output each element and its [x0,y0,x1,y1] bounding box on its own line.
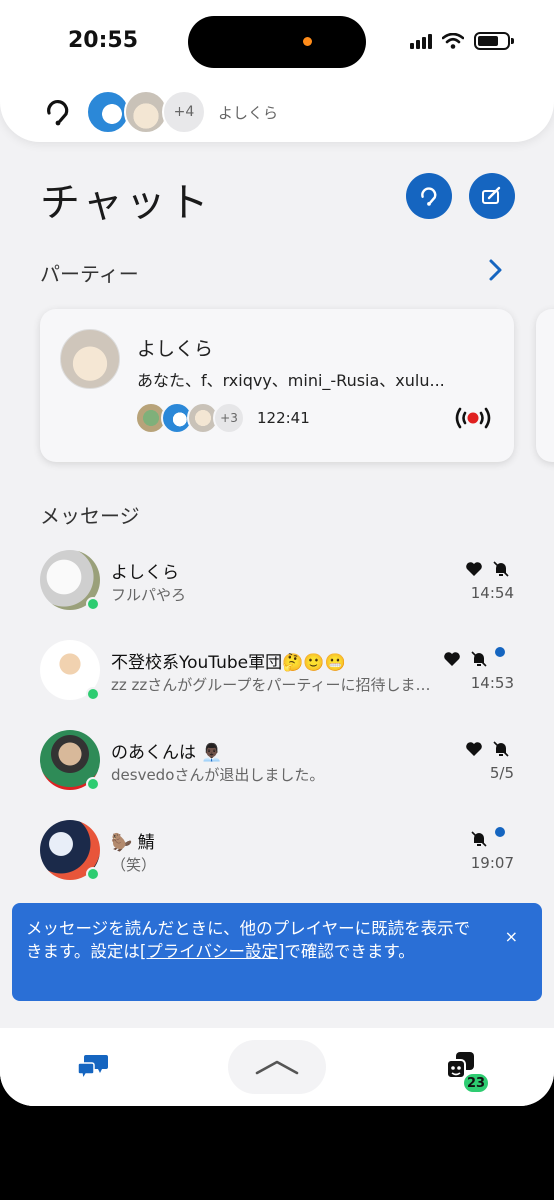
online-indicator [86,687,100,701]
chat-tab-icon[interactable] [76,1052,110,1082]
read-receipt-toast: メッセージを読んだときに、他のプレイヤーに既読を表示できます。設定は[プライバシ… [12,903,542,1001]
online-indicator [86,867,100,881]
party-card-next[interactable] [536,309,554,462]
online-indicator [86,777,100,791]
close-icon[interactable]: × [505,925,518,948]
dynamic-island [188,16,366,68]
page-title: チャット [40,180,212,226]
muted-bell-icon [493,561,509,577]
unread-dot [495,827,505,837]
heart-icon [466,562,482,576]
party-timer: 122:41 [257,409,310,427]
chevron-up-icon [255,1060,299,1075]
message-preview: （笑） [111,856,157,874]
heart-icon [444,652,460,666]
message-time: 5/5 [489,764,514,782]
message-row[interactable]: 🦫 鯖 （笑） 19:07 [0,818,554,910]
privacy-settings-link[interactable]: [プライバシー設定] [140,942,285,961]
message-time: 19:07 [470,854,514,872]
party-name: よしくら [137,338,214,360]
app-screen: 20:55 +4 よしくら チャット パーティー よしくら あなた、f、rxiq… [0,0,554,1106]
party-avatar [60,329,120,389]
party-members: あなた、f、rxiqvy、mini_-Rusia、xulu... [137,371,445,390]
compose-icon [482,186,501,204]
activity-indicator [303,37,312,46]
party-card[interactable]: よしくら あなた、f、rxiqvy、mini_-Rusia、xulu... +3… [40,309,514,462]
message-preview: zz zzさんがグループをパーティーに招待しま… [111,676,431,694]
message-row[interactable]: のあくんは 👨🏿‍💼 desvedoさんが退出しました。 5/5 [0,728,554,820]
muted-bell-icon [471,651,487,667]
unread-dot [495,647,505,657]
muted-bell-icon [493,741,509,757]
toast-text-end: で確認できます。 [284,942,415,961]
online-indicator [86,597,100,611]
messages-section-label: メッセージ [40,504,140,528]
party-strip[interactable]: +4 よしくら [44,90,278,134]
message-time: 14:53 [470,674,514,692]
conversation-name: よしくら [111,563,179,583]
more-members-count: +4 [162,90,206,134]
signal-icon [410,33,432,49]
message-preview: desvedoさんが退出しました。 [111,766,325,784]
friends-badge: 23 [462,1072,490,1094]
message-preview: フルパやろ [111,586,187,604]
message-time: 14:54 [470,584,514,602]
compose-button[interactable] [469,173,515,219]
party-section-label: パーティー [40,262,139,286]
more-members-count: +3 [213,402,245,434]
expand-button[interactable] [228,1040,326,1094]
party-members-row: +3 122:41 [135,402,310,434]
battery-icon [474,32,514,50]
conversation-name: 🦫 鯖 [111,833,155,853]
live-broadcast-icon [455,407,491,429]
party-strip-name: よしくら [218,103,279,122]
conversation-name: のあくんは 👨🏿‍💼 [111,743,223,763]
conversation-name: 不登校系YouTube軍団🤔🙂😬 [111,653,346,673]
heart-icon [466,742,482,756]
message-row[interactable]: 不登校系YouTube軍団🤔🙂😬 zz zzさんがグループをパーティーに招待しま… [0,638,554,730]
headset-icon [421,187,437,206]
start-party-button[interactable] [406,173,452,219]
top-header: 20:55 +4 よしくら [0,0,554,142]
status-icons [410,32,514,50]
headset-icon [47,100,69,126]
message-row[interactable]: よしくら フルパやろ 14:54 [0,548,554,640]
wifi-icon [442,33,464,49]
chevron-right-icon[interactable] [486,258,506,282]
muted-bell-icon [471,831,487,847]
status-time: 20:55 [68,28,139,53]
